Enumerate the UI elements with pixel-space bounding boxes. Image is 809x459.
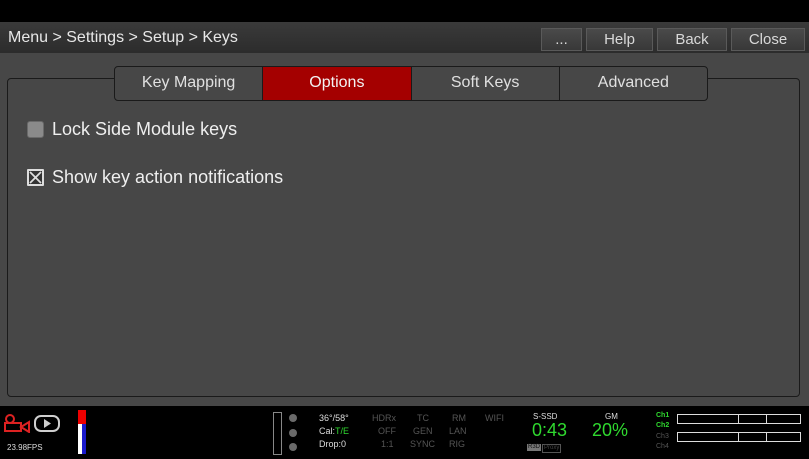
wifi-label: WIFI <box>485 413 504 423</box>
checkmark-x-icon <box>29 171 42 184</box>
r3d-badge: R3D <box>527 444 542 451</box>
channel-3-label: Ch3 <box>656 433 669 440</box>
tab-advanced[interactable]: Advanced <box>560 67 707 100</box>
lan-label: LAN <box>449 426 467 436</box>
hdrx-value: OFF <box>378 426 396 436</box>
lock-side-module-label: Lock Side Module keys <box>52 119 238 139</box>
audio-channel-meter-2 <box>677 432 801 442</box>
show-notifications-label: Show key action notifications <box>52 167 284 187</box>
close-button[interactable]: Close <box>731 28 805 51</box>
drop-readout: Drop:0 <box>319 439 347 449</box>
ratio-readout: 1:1 <box>381 439 394 449</box>
rig-label: RIG <box>449 439 466 449</box>
gen-label: GEN <box>413 426 433 436</box>
lock-side-module-checkbox[interactable] <box>27 121 44 138</box>
tab-options[interactable]: Options <box>263 67 412 100</box>
sync-label: SYNC <box>410 439 436 449</box>
tab-key-mapping[interactable]: Key Mapping <box>115 67 264 100</box>
show-notifications-checkbox[interactable] <box>27 169 44 186</box>
proxy-badge: Proxy <box>542 444 562 453</box>
fps-readout: 23.98FPS <box>7 443 43 452</box>
back-button[interactable]: Back <box>657 28 727 51</box>
playback-icon[interactable] <box>34 415 60 432</box>
breadcrumb: Menu > Settings > Setup > Keys <box>8 29 238 46</box>
channel-2-label: Ch2 <box>656 422 670 429</box>
hdrx-label: HDRx <box>372 413 396 423</box>
media-remaining-time: 0:43 <box>532 420 568 440</box>
lock-side-module-option[interactable]: Lock Side Module keys <box>27 119 237 140</box>
gm-value: 20% <box>592 420 629 440</box>
temperature-readout: 36°/58° <box>319 413 349 423</box>
more-button[interactable]: ... <box>541 28 582 51</box>
show-notifications-option[interactable]: Show key action notifications <box>27 167 283 188</box>
help-button[interactable]: Help <box>586 28 653 51</box>
channel-4-label: Ch4 <box>656 443 669 450</box>
calibration-readout: Cal:T/E <box>319 426 350 436</box>
channel-1-label: Ch1 <box>656 412 670 419</box>
rm-label: RM <box>452 413 466 423</box>
top-band <box>0 0 809 22</box>
indicator-dot-2 <box>289 429 297 437</box>
indicator-dot-3 <box>289 443 297 451</box>
audio-meter-right <box>82 410 86 454</box>
tab-bar: Key Mapping Options Soft Keys Advanced <box>114 66 708 101</box>
tc-label: TC <box>417 413 429 423</box>
audio-channel-meter-1 <box>677 414 801 424</box>
indicator-dot-1 <box>289 414 297 422</box>
battery-meter <box>273 412 282 455</box>
tab-soft-keys[interactable]: Soft Keys <box>412 67 560 100</box>
